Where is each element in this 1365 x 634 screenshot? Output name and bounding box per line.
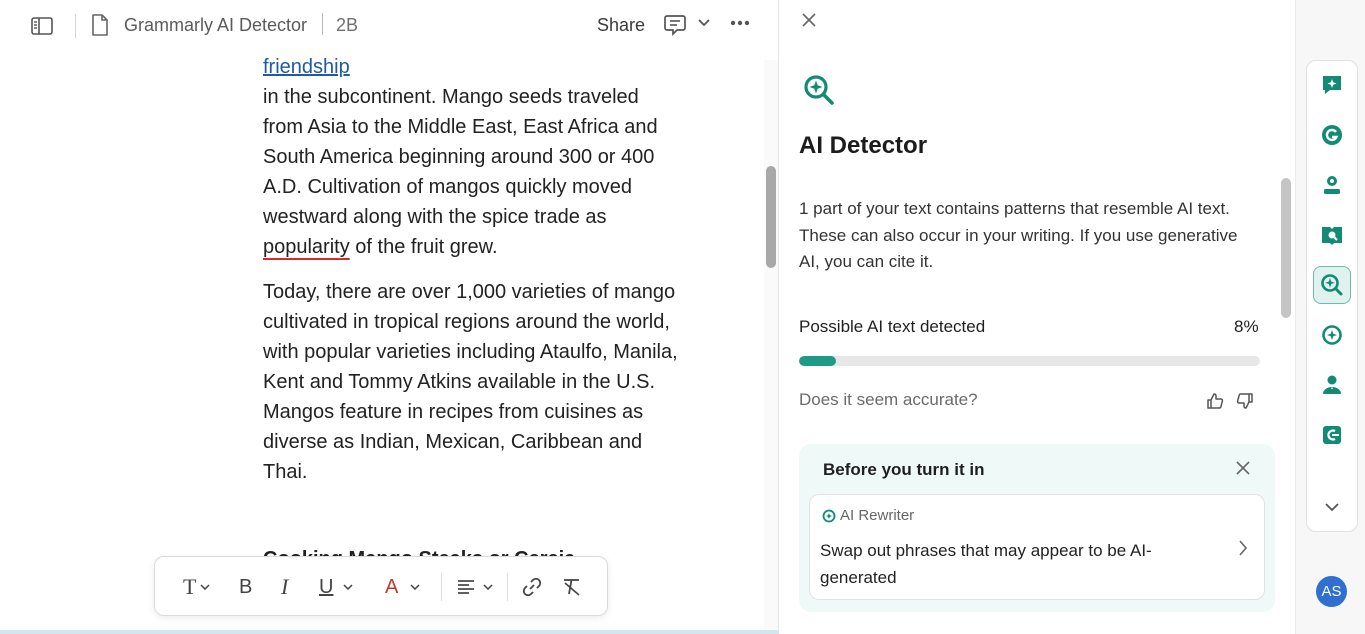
chevron-down-icon [200, 584, 210, 590]
bold-button[interactable]: B [239, 573, 252, 601]
friendship-link[interactable]: friendship [263, 56, 350, 78]
more-options-icon[interactable] [730, 20, 750, 26]
chevron-down-icon [483, 584, 493, 590]
chevron-right-icon [1238, 539, 1248, 562]
underline-button[interactable]: U [319, 573, 353, 601]
rewriter-text: Swap out phrases that may appear to be A… [820, 541, 1152, 587]
chevron-down-icon [343, 584, 353, 590]
assistant-rail [1306, 60, 1358, 532]
document-header: Grammarly AI Detector 2B Share [0, 0, 778, 52]
chevron-down-icon [410, 584, 420, 590]
close-icon[interactable] [1235, 460, 1251, 481]
clear-format-icon[interactable] [561, 573, 583, 601]
ai-detector-panel: AI Detector 1 part of your text contains… [779, 0, 1295, 634]
sparkle-chat-icon[interactable] [1313, 66, 1351, 104]
panel-scrollbar-thumb[interactable] [1281, 178, 1291, 318]
detection-progress-bar [799, 356, 1260, 366]
document-title[interactable]: Grammarly AI Detector [124, 15, 307, 36]
accuracy-question: Does it seem accurate? [799, 390, 978, 409]
text-style-dropdown[interactable]: T [183, 573, 210, 601]
detected-percent: 8% [1234, 317, 1259, 336]
flagged-word[interactable]: popularity [263, 236, 350, 258]
ai-detector-logo-icon [803, 74, 835, 111]
italic-button[interactable]: I [281, 573, 288, 601]
format-toolbar: T B I U A [154, 556, 608, 616]
title-separator [322, 13, 323, 35]
avatar[interactable]: AS [1316, 576, 1347, 607]
sidebar-toggle-icon[interactable] [30, 15, 54, 37]
tip-card: Before you turn it in AI Rewriter Swap o… [799, 444, 1275, 612]
citation-icon[interactable] [1313, 416, 1351, 454]
ai-detector-icon[interactable] [1313, 266, 1351, 304]
close-icon[interactable] [801, 12, 817, 33]
book-check-icon[interactable] [1313, 216, 1351, 254]
toolbar-separator [441, 573, 442, 601]
document-body[interactable]: friendship in the subcontinent. Mango se… [263, 52, 723, 487]
detection-progress-fill [799, 356, 836, 366]
paragraph-varieties: Today, there are over 1,000 varieties of… [263, 281, 678, 483]
link-icon[interactable] [521, 573, 543, 601]
comment-icon[interactable] [663, 13, 687, 37]
rewriter-icon [822, 509, 836, 522]
thumbs-down-icon[interactable] [1236, 392, 1254, 415]
toolbar-separator [507, 573, 508, 601]
rewriter-icon[interactable] [1313, 316, 1351, 354]
share-button[interactable]: Share [597, 15, 645, 36]
panel-description: 1 part of your text contains patterns th… [799, 199, 1238, 271]
document-scrollbar-thumb[interactable] [766, 166, 776, 268]
expert-icon[interactable] [1313, 366, 1351, 404]
rewriter-label: AI Rewriter [840, 507, 915, 524]
grammarly-g-icon[interactable] [1313, 116, 1351, 154]
paragraph-history: in the subcontinent. Mango seeds travele… [263, 86, 658, 258]
document-icon [91, 14, 109, 36]
ai-rewriter-card[interactable]: AI Rewriter Swap out phrases that may ap… [809, 494, 1265, 600]
font-color-button[interactable]: A [385, 573, 420, 601]
thumbs-up-icon[interactable] [1206, 392, 1224, 415]
align-dropdown[interactable] [457, 573, 493, 601]
person-pin-icon[interactable] [1313, 166, 1351, 204]
tip-title: Before you turn it in [823, 460, 985, 479]
document-editor[interactable]: friendship in the subcontinent. Mango se… [0, 52, 763, 634]
header-divider [75, 14, 76, 38]
align-left-icon [458, 580, 474, 594]
document-scrollbar[interactable] [764, 60, 778, 634]
document-size: 2B [336, 15, 359, 35]
chevron-down-icon[interactable] [698, 19, 710, 27]
panel-title: AI Detector [799, 132, 928, 159]
rewriter-header: AI Rewriter [822, 507, 914, 524]
chevron-down-icon[interactable] [1313, 488, 1351, 526]
detected-label: Possible AI text detected [799, 317, 986, 336]
